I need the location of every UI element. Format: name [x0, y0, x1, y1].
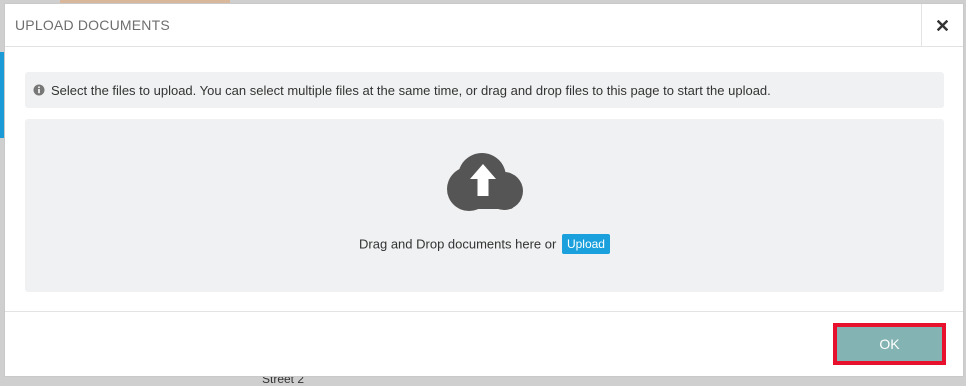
footer-divider: [5, 311, 963, 312]
cloud-upload-icon: [444, 151, 526, 213]
upload-documents-dialog: UPLOAD DOCUMENTS Select the files to upl…: [4, 3, 964, 377]
drop-text: Drag and Drop documents here or: [359, 236, 557, 252]
dialog-title: UPLOAD DOCUMENTS: [15, 17, 170, 33]
drop-instructions: Drag and Drop documents here or Upload: [25, 234, 944, 254]
close-icon: [937, 19, 948, 31]
info-banner: Select the files to upload. You can sele…: [25, 72, 944, 108]
drop-zone[interactable]: Drag and Drop documents here or Upload: [25, 119, 944, 292]
dialog-header: UPLOAD DOCUMENTS: [5, 4, 963, 47]
close-button[interactable]: [921, 4, 963, 46]
upload-button[interactable]: Upload: [561, 234, 610, 254]
info-icon: [33, 84, 45, 96]
ok-button[interactable]: OK: [837, 327, 942, 361]
info-message: Select the files to upload. You can sele…: [51, 82, 771, 98]
